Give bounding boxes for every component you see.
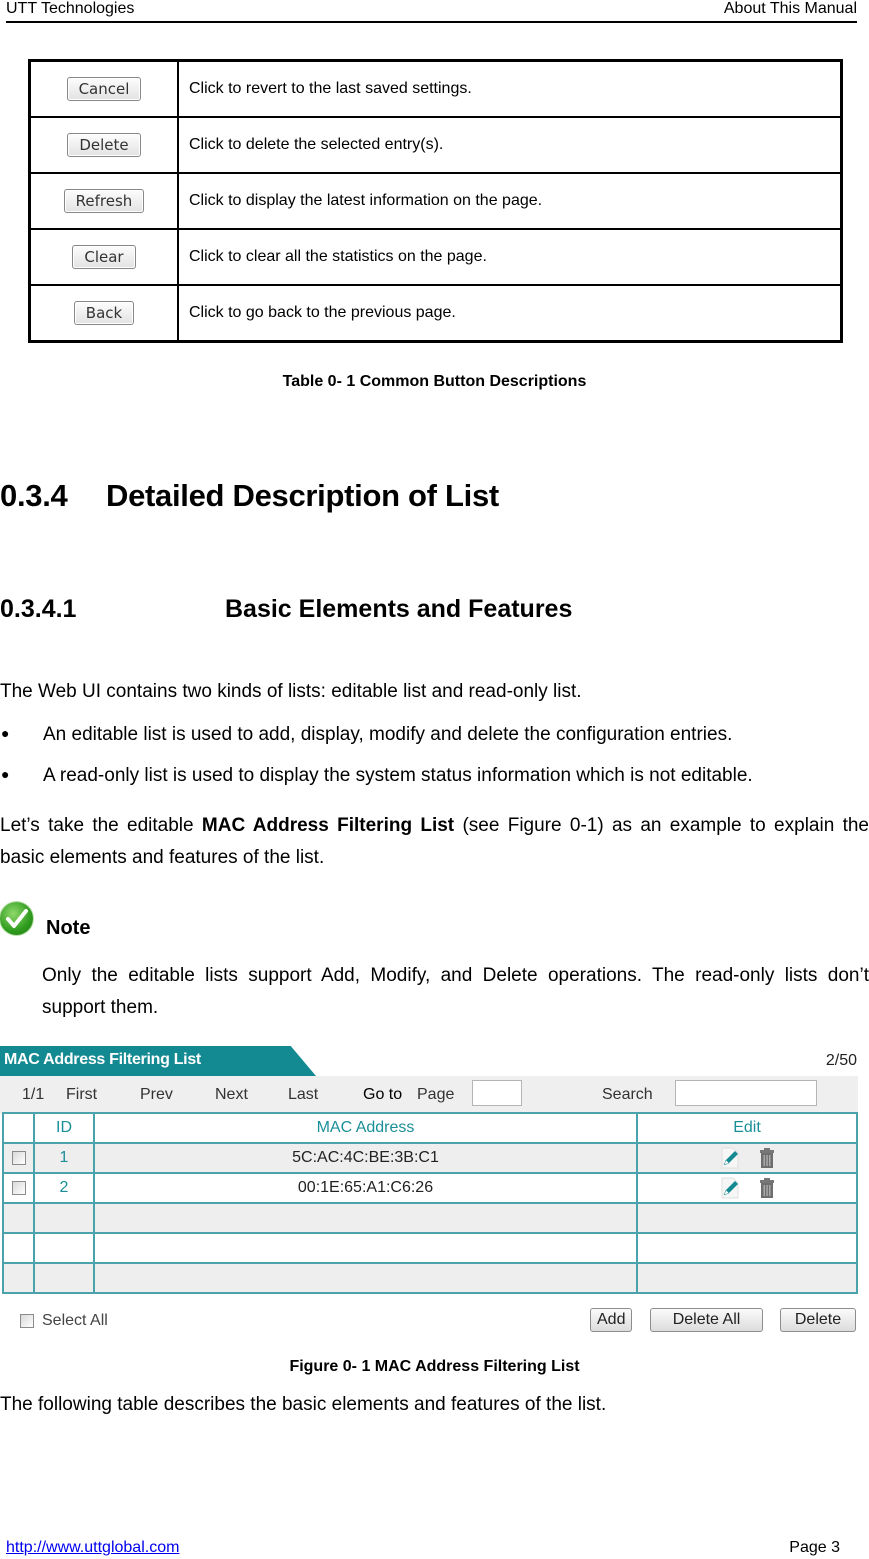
row-checkbox[interactable] <box>11 1150 26 1165</box>
search-input[interactable] <box>675 1080 817 1106</box>
table-row: Back Click to go back to the previous pa… <box>28 284 843 343</box>
refresh-button-image: Refresh <box>63 189 145 213</box>
bullet-item: ● A read-only list is used to display the… <box>1 765 753 786</box>
first-page-link[interactable]: First <box>66 1086 97 1104</box>
table-header-row: ID MAC Address Edit <box>2 1112 858 1144</box>
list-name: MAC Address Filtering List <box>201 815 455 836</box>
bullet-icon: ● <box>1 725 10 741</box>
checkmark-icon <box>0 902 33 935</box>
table-row: Clear Click to clear all the statistics … <box>28 228 843 286</box>
row-checkbox[interactable] <box>11 1180 26 1195</box>
column-header-id: ID <box>33 1112 95 1144</box>
intro-paragraph: The Web UI contains two kinds of lists: … <box>0 681 582 702</box>
select-all-label: Select All <box>42 1312 108 1329</box>
button-description: Click to revert to the last saved settin… <box>177 59 843 118</box>
list-title-tab: MAC Address Filtering List <box>0 1046 316 1076</box>
delete-button-image: Delete <box>67 133 141 157</box>
goto-link[interactable]: Go to <box>363 1086 402 1104</box>
delete-trash-icon[interactable] <box>758 1147 776 1169</box>
bullet-item: ● An editable list is used to add, displa… <box>1 724 733 745</box>
section-title: Detailed Description of List <box>106 478 499 513</box>
subsection-heading: 0.3.4.1 Basic Elements and Features <box>0 595 572 624</box>
column-header-select <box>2 1112 35 1144</box>
page-indicator: 1/1 <box>22 1086 45 1103</box>
search-label: Search <box>602 1086 653 1103</box>
row-mac: 00:1E:65:A1:C6:26 <box>93 1172 638 1204</box>
table-row: Delete Click to delete the selected entr… <box>28 116 843 174</box>
back-button-image: Back <box>73 301 135 325</box>
mac-address-table: ID MAC Address Edit 1 5C:AC:4C:BE:3B:C1 … <box>2 1112 858 1294</box>
website-link[interactable]: http://www.uttglobal.com <box>6 1539 179 1557</box>
mac-filter-list-figure: MAC Address Filtering List 2/50 1/1 Firs… <box>0 1044 860 1344</box>
column-header-mac: MAC Address <box>93 1112 638 1144</box>
empty-row <box>2 1262 858 1294</box>
delete-all-button[interactable]: Delete All <box>650 1308 763 1332</box>
section-heading: 0.3.4 Detailed Description of List <box>0 478 499 514</box>
table-row: Cancel Click to revert to the last saved… <box>28 59 843 118</box>
figure-caption: Figure 0- 1 MAC Address Filtering List <box>289 1358 580 1375</box>
subsection-title: Basic Elements and Features <box>225 595 573 623</box>
clear-button-image: Clear <box>72 245 136 269</box>
pagination-bar: 1/1 First Prev Next Last Go to Page Sear… <box>0 1076 858 1114</box>
button-description: Click to display the latest information … <box>177 172 843 230</box>
add-button[interactable]: Add <box>590 1308 632 1332</box>
row-id: 1 <box>33 1142 95 1174</box>
note-text: Only the editable lists support Add, Mod… <box>42 965 869 1018</box>
button-description: Click to go back to the previous page. <box>177 284 843 343</box>
select-all-checkbox[interactable] <box>20 1313 34 1328</box>
table-row: Refresh Click to display the latest info… <box>28 172 843 230</box>
column-header-edit: Edit <box>636 1112 858 1144</box>
edit-pencil-icon[interactable] <box>718 1177 742 1199</box>
next-page-link[interactable]: Next <box>215 1086 248 1104</box>
page-input[interactable] <box>472 1080 522 1106</box>
button-description: Click to clear all the statistics on the… <box>177 228 843 286</box>
list-footer: Select All Add Delete All Delete <box>0 1306 860 1336</box>
select-all-control[interactable]: Select All <box>20 1312 108 1330</box>
page-header: UTT Technologies About This Manual <box>6 0 857 23</box>
example-paragraph: Let’s take the editable MAC Address Filt… <box>0 815 869 868</box>
delete-trash-icon[interactable] <box>758 1177 776 1199</box>
subsection-number: 0.3.4.1 <box>0 595 77 623</box>
row-id: 2 <box>33 1172 95 1204</box>
section-number: 0.3.4 <box>0 478 68 513</box>
bullet-icon: ● <box>1 766 10 782</box>
table-caption: Table 0- 1 Common Button Descriptions <box>282 373 587 390</box>
empty-row <box>2 1232 858 1264</box>
manual-section: About This Manual <box>723 0 857 17</box>
edit-pencil-icon[interactable] <box>718 1147 742 1169</box>
table-row: 2 00:1E:65:A1:C6:26 <box>2 1172 858 1204</box>
button-description: Click to delete the selected entry(s). <box>177 116 843 174</box>
company-name: UTT Technologies <box>6 0 135 17</box>
page-label: Page <box>417 1086 455 1103</box>
table-row: 1 5C:AC:4C:BE:3B:C1 <box>2 1142 858 1174</box>
prev-page-link[interactable]: Prev <box>140 1086 173 1104</box>
closing-paragraph: The following table describes the basic … <box>0 1394 607 1415</box>
row-mac: 5C:AC:4C:BE:3B:C1 <box>93 1142 638 1174</box>
last-page-link[interactable]: Last <box>288 1086 318 1104</box>
empty-row <box>2 1202 858 1234</box>
delete-button[interactable]: Delete <box>780 1308 856 1332</box>
entry-count: 2/50 <box>825 1052 857 1069</box>
page-number: Page 3 <box>789 1539 840 1556</box>
note-label: Note <box>46 917 91 939</box>
cancel-button-image: Cancel <box>66 77 142 101</box>
button-description-table: Cancel Click to revert to the last saved… <box>28 59 843 343</box>
